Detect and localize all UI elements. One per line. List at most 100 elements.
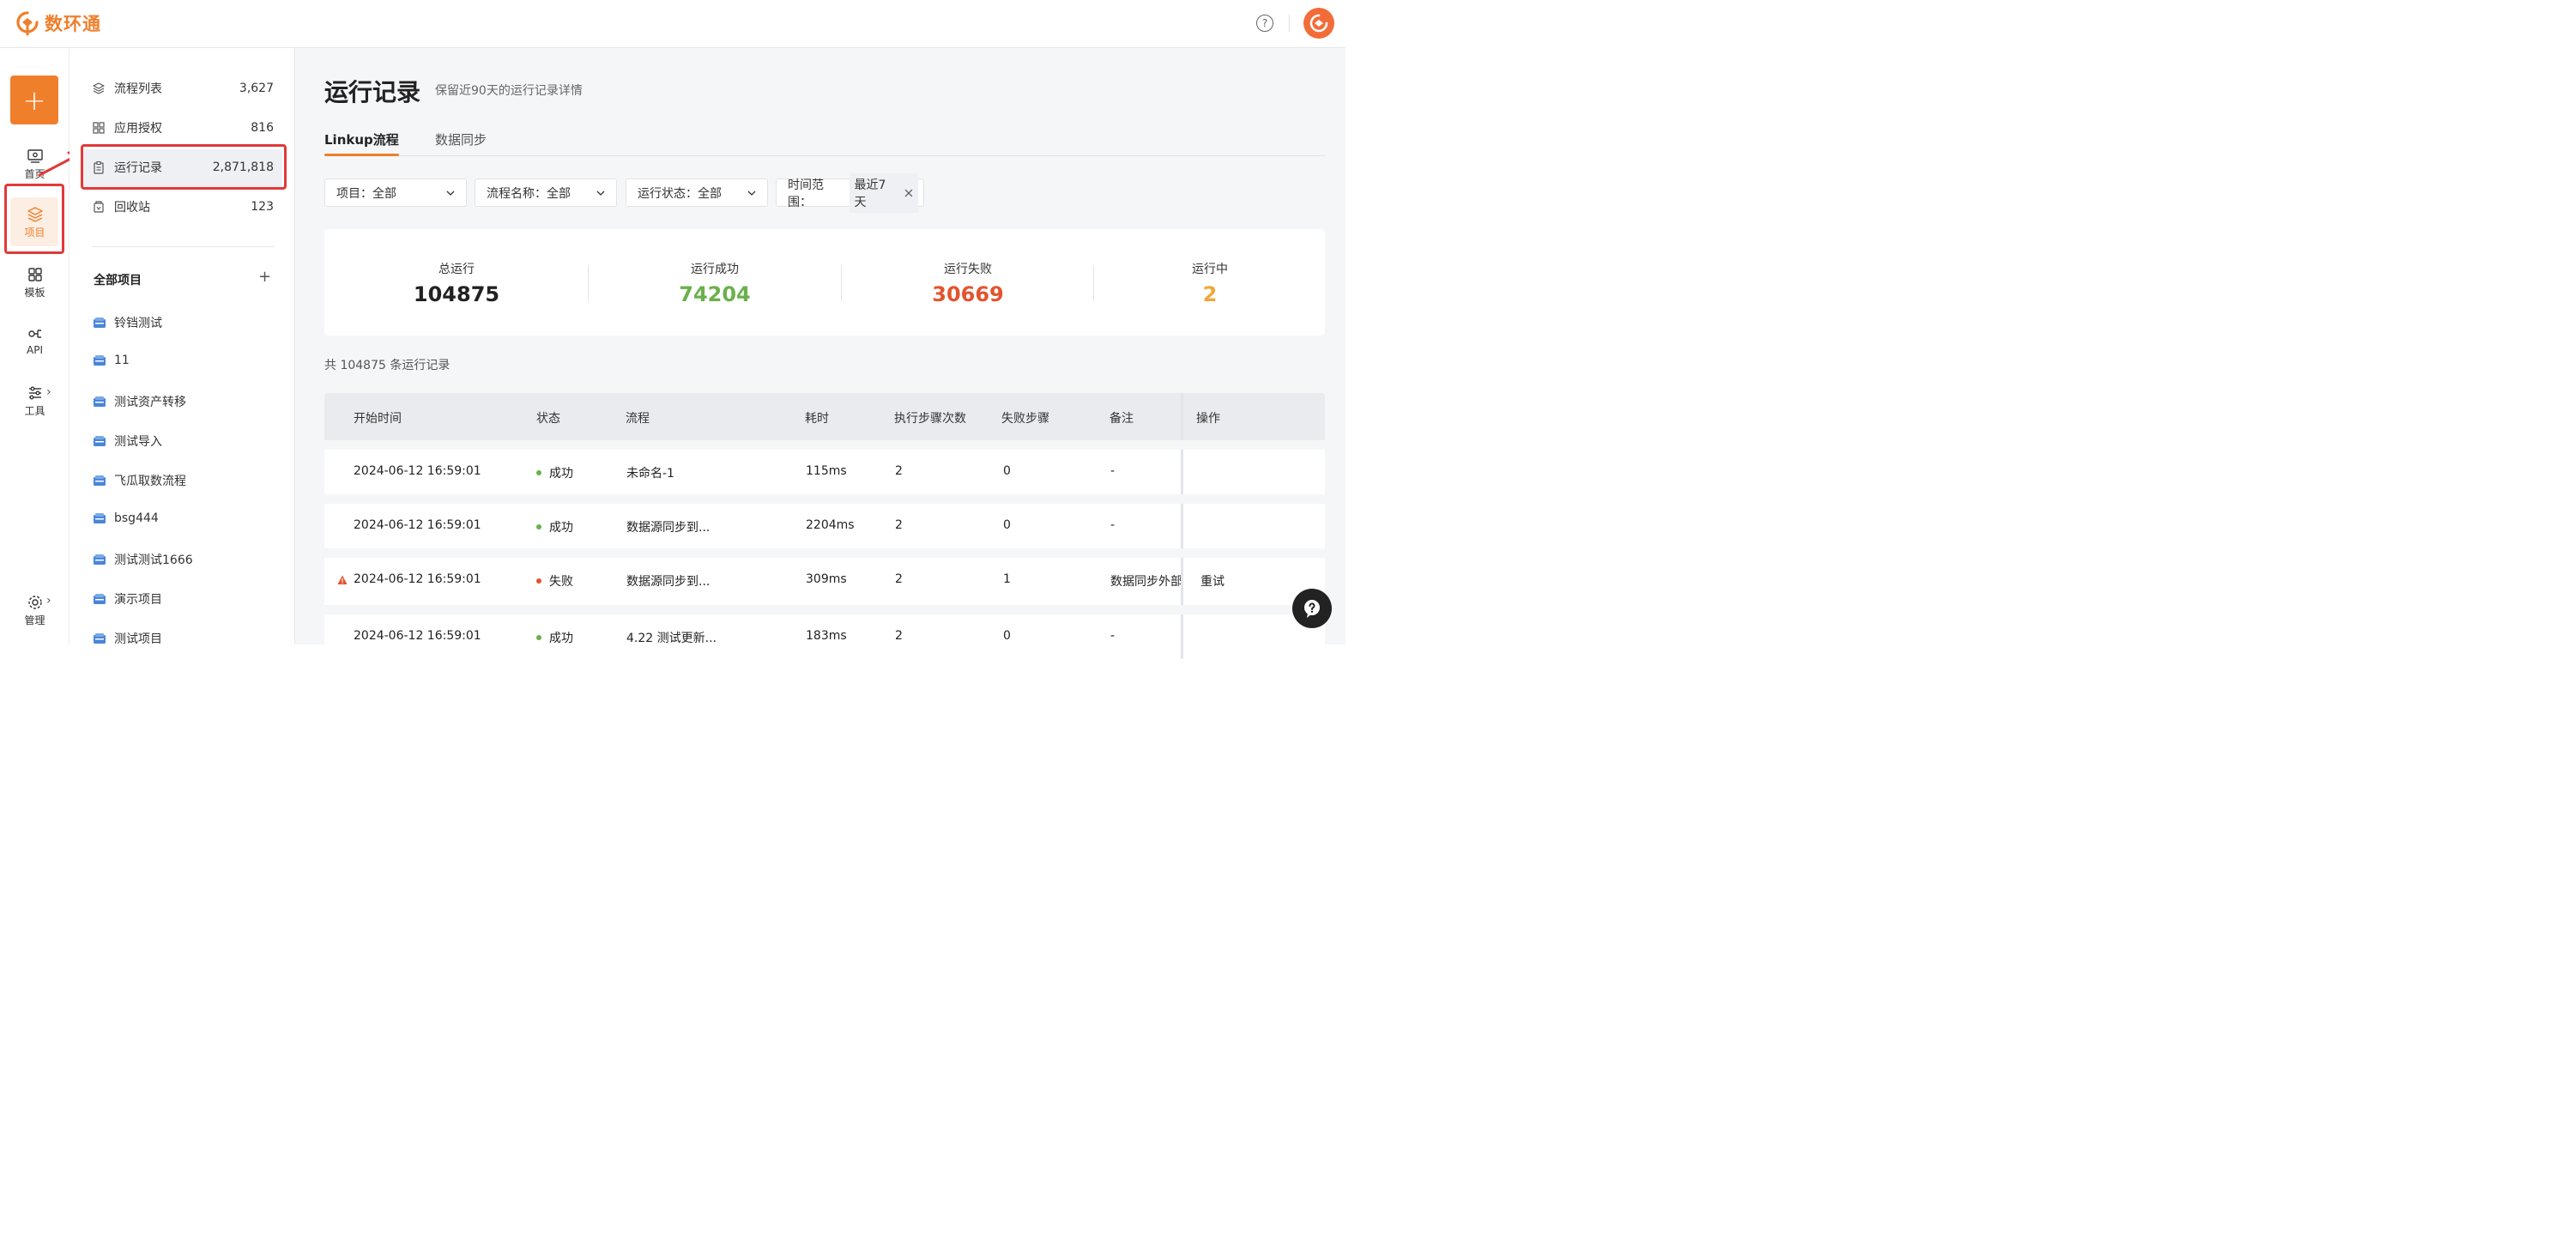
status-text: 成功 [549, 467, 573, 481]
cell-status: 失败 [536, 572, 573, 590]
folder-icon [94, 355, 106, 366]
top-header: 数环通 ? [0, 0, 1345, 48]
cell-flow[interactable]: 4.22 测试更新... [626, 629, 717, 646]
chevron-right-icon: › [46, 594, 51, 608]
status-filter[interactable]: 运行状态：全部 [626, 178, 768, 207]
status-dot [536, 635, 541, 640]
project-label: 铃铛测试 [114, 317, 162, 330]
menu-item-app-auth[interactable]: 应用授权 816 [92, 118, 274, 138]
page-title: 运行记录 [324, 78, 421, 106]
project-item[interactable]: 11 [94, 354, 130, 367]
page-subtitle: 保留近90天的运行记录详情 [435, 84, 583, 98]
stat-divider [1093, 265, 1094, 301]
stat-value: 74204 [679, 282, 751, 306]
project-item[interactable]: 测试导入 [94, 433, 162, 450]
rail-item-tools[interactable]: 工具 [0, 384, 70, 418]
project-label: 测试资产转移 [114, 396, 186, 409]
logo-icon [16, 11, 39, 36]
project-filter[interactable]: 项目：全部 [324, 178, 467, 207]
table-row[interactable]: 2024-06-12 16:59:01 成功 未命名-1 115ms 2 0 - [324, 450, 1325, 494]
project-item[interactable]: bsg444 [94, 511, 159, 525]
cell-duration: 183ms [806, 629, 847, 643]
cell-time: 2024-06-12 16:59:01 [354, 629, 481, 643]
stat-running: 运行中 2 [1124, 260, 1296, 306]
project-label: 测试项目 [114, 632, 162, 646]
cell-status: 成功 [536, 518, 573, 535]
time-range-value: 最近7天 [854, 178, 886, 209]
column-divider [1181, 393, 1183, 440]
project-item[interactable]: 铃铛测试 [94, 314, 162, 331]
time-range-chip[interactable]: 最近7天 [849, 172, 918, 213]
status-dot [536, 578, 541, 584]
stat-divider [841, 265, 842, 301]
table-row[interactable]: 2024-06-12 16:59:01 成功 数据源同步到... 2204ms … [324, 504, 1325, 548]
column-divider [1181, 450, 1183, 494]
project-label: bsg444 [114, 511, 159, 525]
cell-time: 2024-06-12 16:59:01 [354, 464, 481, 478]
rail-item-admin[interactable]: 管理 [0, 594, 70, 627]
flow-name-filter[interactable]: 流程名称：全部 [475, 178, 617, 207]
column-header: 执行步骤次数 [894, 412, 966, 426]
menu-item-recycle-bin[interactable]: 回收站 123 [92, 197, 274, 217]
rail-item-templates[interactable]: 模板 [0, 266, 70, 299]
create-button[interactable]: + [10, 76, 58, 124]
annotation-highlight-box [81, 144, 287, 190]
cell-flow[interactable]: 数据源同步到... [626, 518, 710, 535]
support-chat-button[interactable] [1292, 589, 1332, 628]
table-row[interactable]: 2024-06-12 16:59:01 成功 4.22 测试更新... 183m… [324, 614, 1325, 659]
layers-icon [93, 82, 105, 94]
rail-item-api[interactable]: API [0, 325, 70, 356]
cell-note: 数据同步外部 [1110, 575, 1181, 589]
folder-icon [94, 318, 106, 328]
tab-linkup-flow[interactable]: Linkup流程 [324, 130, 399, 148]
tab-data-sync[interactable]: 数据同步 [435, 130, 487, 148]
rail-label: 模板 [24, 287, 45, 299]
main-content: 运行记录 保留近90天的运行记录详情 Linkup流程 数据同步 项目：全部 流… [295, 48, 1345, 659]
table-row[interactable]: 2024-06-12 16:59:01 失败 数据源同步到... 309ms 2… [324, 558, 1325, 605]
api-icon [27, 330, 41, 338]
project-sidebar: 流程列表 3,627 应用授权 816 运行记录 2,871,818 回收站 1… [70, 48, 295, 647]
time-range-filter[interactable]: 时间范围： 最近7天 [776, 172, 924, 213]
question-circle-icon[interactable]: ? [1256, 15, 1273, 32]
cell-steps: 2 [895, 464, 903, 478]
cell-status: 成功 [536, 464, 573, 481]
brand-avatar-icon [1309, 14, 1328, 33]
cell-duration: 2204ms [806, 518, 855, 532]
cell-failed: 0 [1003, 629, 1011, 643]
project-label: 11 [114, 354, 130, 367]
project-item[interactable]: 测试测试1666 [94, 551, 193, 568]
menu-item-flow-list[interactable]: 流程列表 3,627 [92, 78, 274, 99]
add-project-button[interactable]: + [258, 268, 271, 286]
user-avatar[interactable] [1303, 8, 1334, 39]
project-item[interactable]: 测试项目 [94, 630, 162, 647]
column-divider [1181, 614, 1183, 659]
menu-label: 应用授权 [114, 122, 162, 136]
cell-flow[interactable]: 未命名-1 [626, 464, 674, 481]
trash-icon [94, 201, 104, 213]
project-label: 测试测试1666 [114, 553, 193, 567]
record-count: 共 104875 条运行记录 [324, 359, 450, 372]
cell-status: 成功 [536, 629, 573, 646]
project-item[interactable]: 飞瓜取数流程 [94, 472, 186, 489]
nav-rail: + 首页 项目 模板 API 工具 › 管理 › [0, 48, 70, 644]
warning-icon [337, 575, 348, 584]
grid-icon [27, 268, 42, 281]
stat-value: 2 [1202, 282, 1218, 306]
stat-value: 104875 [413, 282, 500, 306]
cell-steps: 2 [895, 572, 903, 586]
tab-bar: Linkup流程 数据同步 [324, 130, 1325, 156]
cell-note: - [1110, 518, 1116, 532]
cell-steps: 2 [895, 518, 903, 532]
stat-failed: 运行失败 30669 [882, 260, 1054, 306]
status-dot [536, 470, 541, 475]
cell-flow[interactable]: 数据源同步到... [626, 572, 710, 590]
project-item[interactable]: 测试资产转移 [94, 393, 186, 410]
close-icon[interactable] [904, 189, 913, 197]
stat-label: 运行中 [1192, 263, 1228, 276]
project-item[interactable]: 演示项目 [94, 590, 162, 608]
retry-button[interactable]: 重试 [1200, 572, 1225, 590]
rail-label: 工具 [24, 405, 45, 417]
app-logo[interactable]: 数环通 [15, 10, 101, 36]
cell-time: 2024-06-12 16:59:01 [354, 518, 481, 532]
stat-total: 总运行 104875 [371, 260, 542, 306]
